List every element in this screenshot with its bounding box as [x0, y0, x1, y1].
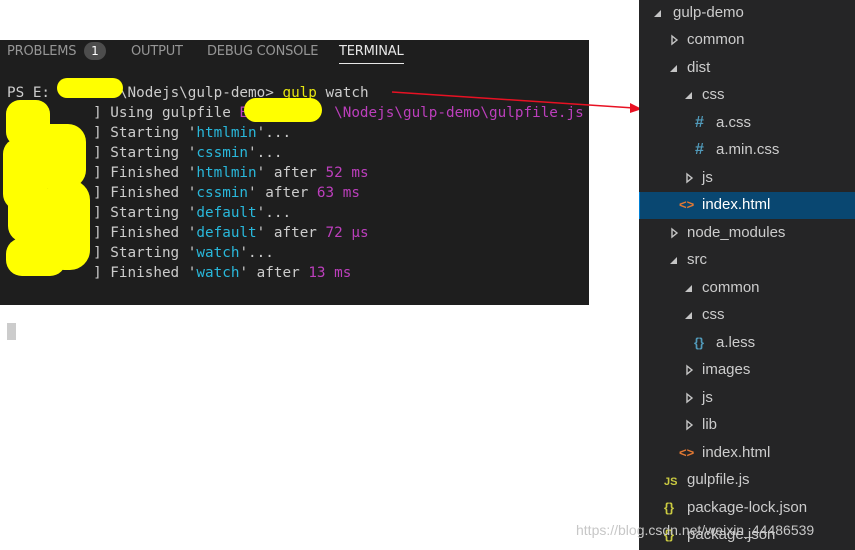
tree-item-label: a.css: [716, 114, 752, 131]
chevron-right-icon: [686, 364, 694, 376]
tree-folder-node-modules[interactable]: node_modules: [639, 220, 855, 247]
tree-item-label: css: [702, 306, 725, 323]
chevron-down-icon: [685, 285, 692, 292]
tree-item-label: package-lock.json: [687, 499, 808, 516]
tree-item-label: lib: [702, 416, 718, 433]
tree-item-label: index.html: [702, 196, 771, 213]
tree-folder-gulp-demo[interactable]: gulp-demo: [639, 0, 855, 27]
html-file-icon: <>: [679, 197, 695, 212]
tree-folder-images[interactable]: images: [639, 357, 855, 384]
css-file-icon: #: [695, 114, 704, 131]
chevron-down-icon: [685, 312, 692, 319]
tree-item-label: a.min.css: [716, 141, 780, 158]
tree-item-label: common: [687, 31, 745, 48]
chevron-right-icon: [671, 227, 679, 239]
tree-item-label: css: [702, 86, 725, 103]
tree-item-label: dist: [687, 59, 711, 76]
watermark: https://blog.csdn.net/weixin_44486539: [576, 522, 815, 538]
tree-item-label: src: [687, 251, 707, 268]
chevron-right-icon: [671, 34, 679, 46]
tree-folder-src-common[interactable]: common: [639, 275, 855, 302]
less-file-icon: {}: [694, 335, 705, 350]
tree-file-gulpfile-js[interactable]: JS gulpfile.js: [639, 467, 855, 494]
tree-file-a-less[interactable]: {} a.less: [639, 330, 855, 357]
tree-folder-dist[interactable]: dist: [639, 55, 855, 82]
chevron-right-icon: [686, 172, 694, 184]
file-explorer: gulp-demo common dist css # a.css # a.mi…: [639, 0, 855, 550]
chevron-right-icon: [686, 419, 694, 431]
tree-item-label: a.less: [716, 334, 756, 351]
chevron-down-icon: [685, 92, 692, 99]
tree-folder-src-css[interactable]: css: [639, 302, 855, 329]
tree-folder-src[interactable]: src: [639, 247, 855, 274]
tree-item-label: js: [702, 389, 713, 406]
chevron-down-icon: [670, 65, 677, 72]
tree-item-label: gulp-demo: [673, 4, 744, 21]
tree-folder-css[interactable]: css: [639, 82, 855, 109]
tree-item-label: images: [702, 361, 751, 378]
tree-file-index-html-selected[interactable]: <> index.html: [639, 192, 855, 219]
tree-item-label: node_modules: [687, 224, 786, 241]
js-file-icon: JS: [664, 476, 678, 488]
tree-file-src-index-html[interactable]: <> index.html: [639, 440, 855, 467]
json-file-icon: {}: [664, 500, 675, 515]
chevron-down-icon: [654, 10, 661, 17]
tree-file-a-min-css[interactable]: # a.min.css: [639, 137, 855, 164]
tree-item-label: js: [702, 169, 713, 186]
tree-folder-src-js[interactable]: js: [639, 385, 855, 412]
tree-folder-common[interactable]: common: [639, 27, 855, 54]
tree-item-label: common: [702, 279, 760, 296]
tree-item-label: index.html: [702, 444, 771, 461]
chevron-down-icon: [670, 257, 677, 264]
tree-item-label: gulpfile.js: [687, 471, 750, 488]
tree-file-package-lock-json[interactable]: {} package-lock.json: [639, 495, 855, 522]
tree-file-a-css[interactable]: # a.css: [639, 110, 855, 137]
html-file-icon: <>: [679, 445, 695, 460]
css-file-icon: #: [695, 141, 704, 158]
tree-folder-lib[interactable]: lib: [639, 412, 855, 439]
chevron-right-icon: [686, 392, 694, 404]
tree-folder-js[interactable]: js: [639, 165, 855, 192]
